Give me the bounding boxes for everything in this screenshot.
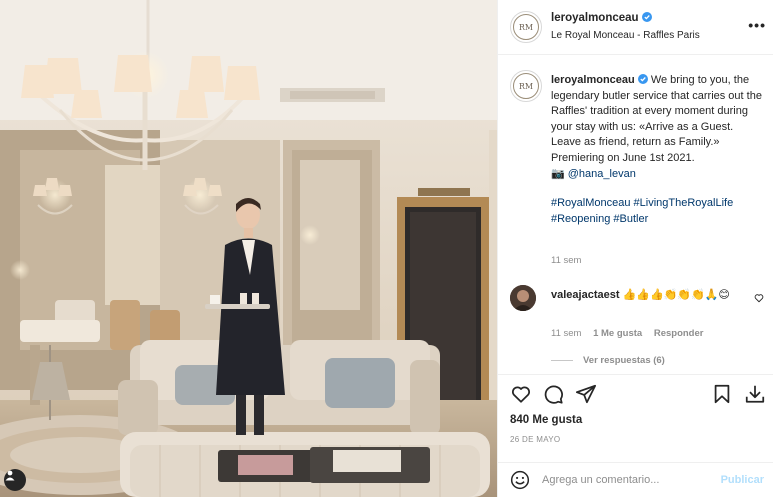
likes-count[interactable]: 840 Me gusta xyxy=(510,414,582,426)
publish-button[interactable]: Publicar xyxy=(721,474,764,486)
more-icon[interactable]: ••• xyxy=(748,17,766,33)
view-replies-button[interactable]: Ver respuestas (6) xyxy=(551,355,665,366)
add-comment-bar: Publicar xyxy=(498,462,773,497)
comment-likes[interactable]: 1 Me gusta xyxy=(593,328,642,339)
username-link[interactable]: leroyalmonceau xyxy=(551,12,652,24)
view-replies-label: Ver respuestas (6) xyxy=(583,355,665,366)
location-link[interactable]: Le Royal Monceau - Raffles Paris xyxy=(551,30,700,41)
heart-icon[interactable] xyxy=(510,383,532,405)
download-icon[interactable] xyxy=(744,383,766,405)
camera-emoji: 📷 xyxy=(551,167,565,180)
avatar-monogram: RM xyxy=(513,73,539,99)
avatar[interactable] xyxy=(510,285,536,311)
comment-input[interactable] xyxy=(542,471,702,489)
hotel-lobby-image xyxy=(0,0,497,497)
comment-text: valeajactaest 👍👍👍👏👏👏🙏😊 xyxy=(551,287,746,303)
comment-body: 👍👍👍👏👏👏🙏😊 xyxy=(622,289,730,301)
action-bar: 840 Me gusta 26 DE MAYO Publicar xyxy=(498,374,773,496)
verified-icon xyxy=(641,12,652,22)
reply-button[interactable]: Responder xyxy=(654,328,704,339)
hashtags[interactable]: #RoyalMonceau #LivingTheRoyalLife #Reope… xyxy=(551,196,766,227)
post-side-panel: RM leroyalmonceau Le Royal Monceau - Raf… xyxy=(497,0,773,497)
instagram-post: RM leroyalmonceau Le Royal Monceau - Raf… xyxy=(0,0,773,497)
share-icon[interactable] xyxy=(575,383,597,405)
user-tag-icon[interactable] xyxy=(4,469,26,491)
post-photo[interactable] xyxy=(0,0,497,497)
comment-icon[interactable] xyxy=(542,383,564,405)
username-text: leroyalmonceau xyxy=(551,12,639,24)
heart-icon[interactable] xyxy=(754,293,764,303)
post-date: 26 DE MAYO xyxy=(510,435,561,444)
bookmark-icon[interactable] xyxy=(711,383,733,405)
comment-meta: 11 sem 1 Me gusta Responder xyxy=(551,328,712,339)
avatar[interactable]: RM xyxy=(510,11,542,43)
avatar[interactable]: RM xyxy=(510,70,542,102)
avatar-monogram: RM xyxy=(513,14,539,40)
caption-username[interactable]: leroyalmonceau xyxy=(551,74,635,86)
comment-username[interactable]: valeajactaest xyxy=(551,289,620,301)
caption-time[interactable]: 11 sem xyxy=(551,255,581,266)
emoji-icon[interactable] xyxy=(510,470,530,490)
comment-time[interactable]: 11 sem xyxy=(551,328,581,339)
photo-credit-link[interactable]: @hana_levan xyxy=(568,168,636,180)
verified-icon xyxy=(637,74,648,84)
post-header: RM leroyalmonceau Le Royal Monceau - Raf… xyxy=(498,0,773,55)
caption-text: leroyalmonceau We bring to you, the lege… xyxy=(551,73,766,227)
replies-divider xyxy=(551,360,573,361)
caption-body: We bring to you, the legendary butler se… xyxy=(551,74,762,164)
